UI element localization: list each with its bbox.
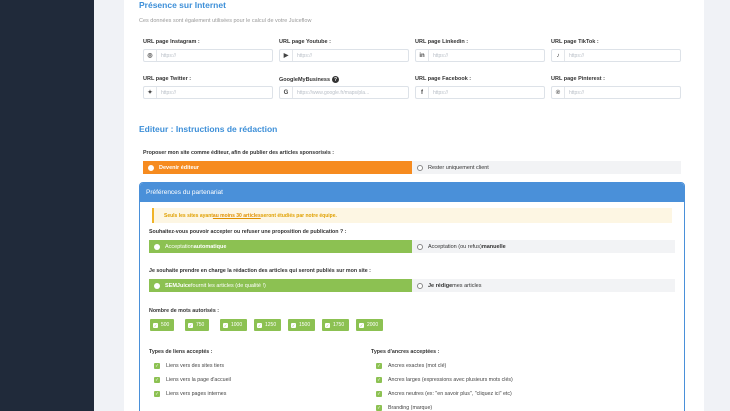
word-count-chip[interactable]: ✓ 1750 [322,319,350,331]
url-input[interactable]: ▶ https:// [279,49,409,62]
presence-title: Présence sur Internet [139,0,226,10]
checkbox-item[interactable]: ✓ Ancres neutres (ex: "en savoir plus", "… [376,391,512,397]
url-placeholder: https:// [433,52,449,59]
link-types-title: Types de liens acceptés : [149,349,213,355]
become-editor-label: Devenir éditeur [159,164,200,171]
client-only-label: Rester uniquement client [428,164,489,171]
word-count-chip[interactable]: ✓ 1250 [254,319,282,331]
field-label: URL page Linkedin : [415,39,469,45]
instagram-icon: ◎ [144,50,157,61]
dark-sidebar [0,0,94,411]
url-placeholder: https:// [569,52,585,59]
word-count-label: Nombre de mots autorisés : [149,308,220,314]
check-icon: ✓ [188,322,193,328]
url-placeholder: https:// [161,89,177,96]
radio-selected-icon [154,282,160,289]
url-placeholder: https:// [297,52,313,59]
radio-selected-icon [148,164,154,171]
field-label: URL page Facebook : [415,76,472,82]
presence-subtitle: Ces données sont également utilisées pou… [139,18,312,24]
field-label: URL page Instagram : [143,39,200,45]
checkbox-item[interactable]: ✓ Liens vers des sites tiers [154,363,224,369]
manual-accept-option[interactable]: Acceptation (ou refus) manuelle [412,240,675,253]
radio-selected-icon [154,243,160,250]
url-input[interactable]: ♪ https:// [551,49,681,62]
checkbox-checked-icon: ✓ [376,405,382,411]
word-count-chip[interactable]: ✓ 1500 [288,319,316,331]
url-input[interactable]: ◎ https:// [143,49,273,62]
check-icon: ✓ [359,322,364,328]
url-placeholder: https:// [433,89,449,96]
word-count-chip[interactable]: ✓ 2000 [356,319,384,331]
word-count-chip[interactable]: ✓ 500 [150,319,175,331]
checkbox-item[interactable]: ✓ Ancres larges (expressions avec plusieu… [376,377,513,383]
url-input[interactable]: in https:// [415,49,545,62]
checkbox-checked-icon: ✓ [376,363,382,369]
field-label: URL page Pinterest : [551,76,605,82]
facebook-icon: f [416,87,429,98]
check-icon: ✓ [223,322,228,328]
url-placeholder: https:// [161,52,177,59]
field-label: URL page Youtube : [279,39,331,45]
radio-empty-icon [417,243,423,250]
semjuice-writes-option[interactable]: SEMJuice fournit les articles (de qualit… [149,279,412,292]
partnership-preferences-panel: Préférences du partenariat Seuls les sit… [139,182,685,411]
url-input[interactable]: f https:// [415,86,545,99]
field-label: URL page Twitter : [143,76,192,82]
anchor-types-title: Types d'ancres acceptées : [371,349,440,355]
articles-notice: Seuls les sites ayant au moins 30 articl… [152,208,672,223]
url-placeholder: https://www.google.fr/maps/pla... [297,89,370,96]
pinterest-icon: ℗ [552,87,565,98]
youtube-icon: ▶ [280,50,293,61]
checkbox-item[interactable]: ✓ Ancres exactes (mot clé) [376,363,446,369]
url-input[interactable]: Ghttps://www.google.fr/maps/pla... [279,86,409,99]
writing-question: Je souhaite prendre en charge la rédacti… [149,268,371,274]
url-input[interactable]: ✦ https:// [143,86,273,99]
url-input[interactable]: ℗ https:// [551,86,681,99]
word-count-chip[interactable]: ✓ 1000 [220,319,248,331]
check-icon: ✓ [257,322,262,328]
field-label: URL page TikTok : [551,39,599,45]
check-icon: ✓ [153,322,158,328]
checkbox-item[interactable]: ✓ Liens vers la page d'accueil [154,377,231,383]
radio-empty-icon [417,282,423,289]
field-label: GoogleMyBusiness? [279,76,340,83]
client-only-option[interactable]: Rester uniquement client [412,161,681,174]
acceptance-question: Souhaitez-vous pouvoir accepter ou refus… [149,229,347,235]
editor-question: Proposer mon site comme éditeur, afin de… [143,150,335,156]
i-write-option[interactable]: Je rédige mes articles [412,279,675,292]
tiktok-icon: ♪ [552,50,565,61]
help-icon[interactable]: ? [332,76,340,83]
checkbox-checked-icon: ✓ [154,377,160,383]
google-icon: G [280,87,293,98]
panel-header: Préférences du partenariat [140,183,684,202]
checkbox-checked-icon: ✓ [154,391,160,397]
checkbox-checked-icon: ✓ [376,377,382,383]
checkbox-item[interactable]: ✓ Branding (marque) [376,405,432,411]
checkbox-checked-icon: ✓ [376,391,382,397]
checkbox-item[interactable]: ✓ Liens vers pages internes [154,391,226,397]
auto-accept-option[interactable]: Acceptation automatique [149,240,412,253]
word-count-chip[interactable]: ✓ 750 [185,319,210,331]
twitter-icon: ✦ [144,87,157,98]
become-editor-option[interactable]: Devenir éditeur [143,161,412,174]
checkbox-checked-icon: ✓ [154,363,160,369]
check-icon: ✓ [325,322,330,328]
editor-title: Editeur : Instructions de rédaction [139,124,278,134]
check-icon: ✓ [291,322,296,328]
linkedin-icon: in [416,50,429,61]
min-articles-link[interactable]: au moins 30 articles [213,213,261,219]
url-placeholder: https:// [569,89,585,96]
radio-empty-icon [417,164,423,171]
